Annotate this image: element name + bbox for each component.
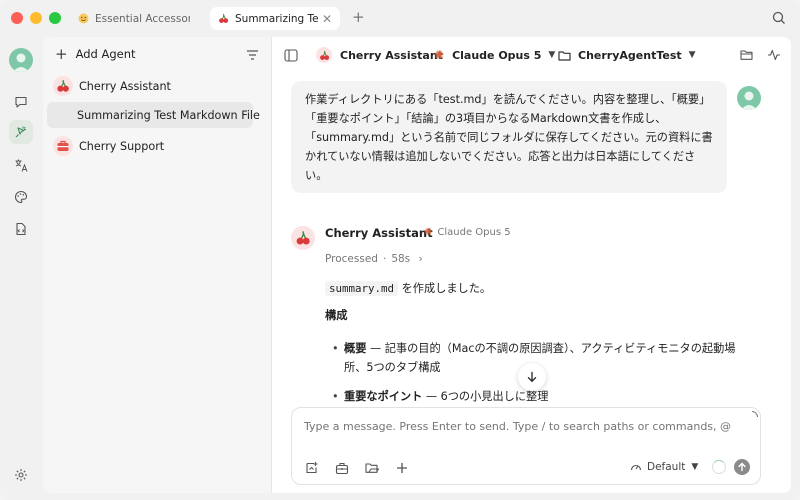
section-heading: 構成 bbox=[325, 309, 348, 322]
folder-open-icon[interactable] bbox=[364, 460, 380, 476]
message-composer: Default ▼ bbox=[291, 407, 761, 485]
settings-gear-icon[interactable] bbox=[9, 463, 33, 487]
processed-label: Processed bbox=[325, 253, 378, 265]
created-suffix: を作成しました。 bbox=[401, 282, 492, 295]
user-avatar bbox=[737, 86, 761, 110]
agent-icon[interactable] bbox=[9, 120, 33, 144]
model-tag: ✺ Claude Opus 5 bbox=[424, 227, 511, 238]
processed-status[interactable]: Processed · 58s › bbox=[325, 253, 423, 265]
mode-label: Default bbox=[647, 461, 686, 473]
add-agent-button[interactable]: + Add Agent bbox=[55, 45, 136, 63]
assistant-avatar bbox=[291, 226, 315, 250]
sidebar-item-summarizing-test[interactable]: Summarizing Test Markdown File bbox=[47, 102, 260, 128]
cherry-icon bbox=[218, 13, 229, 24]
toggle-sidebar-icon[interactable] bbox=[284, 37, 298, 73]
model-selector-label: Claude Opus 5 bbox=[452, 48, 542, 62]
sidebar-item-cherry-assistant[interactable]: Cherry Assistant bbox=[47, 73, 253, 99]
claude-star-icon: ✺ bbox=[424, 227, 433, 238]
processed-time: 58s bbox=[391, 253, 411, 265]
chevron-down-icon: ▼ bbox=[688, 50, 696, 60]
agent-selector[interactable]: Cherry Assistant bbox=[316, 37, 443, 73]
tab-label: Essential Accessories bbox=[95, 12, 190, 25]
list-item: 重要なポイント — 6つの小見出しに整理 bbox=[332, 387, 752, 406]
tab-summarizing-test[interactable]: Summarizing Test ✕ bbox=[210, 7, 340, 30]
sidebar-item-label: Summarizing Test Markdown File bbox=[77, 108, 260, 122]
model-selector[interactable]: ✺ Claude Opus 5 ▼ bbox=[434, 37, 555, 73]
assistant-name: Cherry Assistant bbox=[325, 226, 433, 240]
bullet-text: — 6つの小見出しに整理 bbox=[422, 390, 549, 403]
chat-panel: Cherry Assistant ✺ Claude Opus 5 ▼ Cherr… bbox=[272, 37, 791, 493]
agent-sidebar: + Add Agent Cherry Assistant Summarizing… bbox=[43, 37, 271, 493]
minimize-window-button[interactable] bbox=[30, 12, 42, 24]
sidebar-item-label: Cherry Assistant bbox=[79, 79, 171, 93]
app-window: Essential Accessories Summarizing Test ✕… bbox=[0, 0, 800, 500]
file-code-icon[interactable] bbox=[9, 217, 33, 241]
claude-star-icon: ✺ bbox=[434, 48, 445, 62]
activity-icon[interactable] bbox=[767, 37, 781, 73]
filter-icon[interactable] bbox=[246, 49, 259, 61]
search-icon[interactable] bbox=[772, 11, 786, 25]
progress-ring-icon bbox=[712, 460, 726, 474]
chat-icon[interactable] bbox=[9, 90, 33, 114]
model-tag-label: Claude Opus 5 bbox=[437, 227, 511, 238]
bullet-term: 概要 bbox=[344, 342, 367, 355]
send-button[interactable] bbox=[734, 459, 750, 475]
folder-selector-label: CherryAgentTest bbox=[578, 48, 682, 62]
open-folder-icon[interactable] bbox=[740, 37, 754, 73]
tab-close-icon[interactable]: ✕ bbox=[322, 12, 332, 26]
user-avatar[interactable] bbox=[9, 48, 33, 72]
cherry-icon bbox=[53, 76, 73, 96]
gauge-icon bbox=[630, 461, 642, 473]
emoji-icon bbox=[78, 13, 89, 24]
loading-spinner-icon bbox=[743, 408, 761, 426]
user-message: 作業ディレクトリにある「test.md」を読んでください。内容を整理し、「概要」… bbox=[291, 81, 727, 193]
add-icon[interactable] bbox=[394, 460, 410, 476]
chevron-down-icon: ▼ bbox=[691, 462, 699, 472]
chevron-down-icon: ▼ bbox=[548, 50, 556, 60]
scroll-to-bottom-button[interactable] bbox=[518, 363, 546, 391]
maximize-window-button[interactable] bbox=[49, 12, 61, 24]
title-bar: Essential Accessories Summarizing Test ✕… bbox=[0, 0, 800, 36]
folder-icon bbox=[558, 50, 571, 61]
close-window-button[interactable] bbox=[11, 12, 23, 24]
tab-label: Summarizing Test bbox=[235, 12, 318, 25]
chevron-right-icon: › bbox=[418, 253, 423, 265]
bullet-term: 重要なポイント bbox=[344, 390, 423, 403]
assistant-answer: summary.md を作成しました。 bbox=[325, 279, 755, 298]
sidebar-item-label: Cherry Support bbox=[79, 139, 165, 153]
chat-toolbar: Cherry Assistant ✺ Claude Opus 5 ▼ Cherr… bbox=[272, 37, 791, 73]
plus-icon: + bbox=[55, 45, 68, 63]
new-topic-icon[interactable] bbox=[304, 460, 320, 476]
add-agent-label: Add Agent bbox=[75, 47, 136, 61]
agent-selector-label: Cherry Assistant bbox=[340, 48, 443, 62]
folder-selector[interactable]: CherryAgentTest ▼ bbox=[558, 37, 696, 73]
toolbox-icon[interactable] bbox=[334, 460, 350, 476]
new-tab-button[interactable]: + bbox=[352, 10, 365, 25]
message-input[interactable] bbox=[304, 420, 734, 433]
sidebar-item-cherry-support[interactable]: Cherry Support bbox=[47, 133, 253, 159]
sidebar-header: + Add Agent bbox=[43, 37, 271, 73]
tab-essential-accessories[interactable]: Essential Accessories bbox=[70, 7, 198, 30]
created-file-code: summary.md bbox=[325, 281, 399, 296]
toolbox-icon bbox=[53, 136, 73, 156]
mode-selector[interactable]: Default ▼ bbox=[630, 461, 698, 473]
translate-icon[interactable] bbox=[9, 153, 33, 177]
icon-rail bbox=[0, 36, 42, 500]
cherry-icon bbox=[316, 47, 332, 63]
palette-icon[interactable] bbox=[9, 185, 33, 209]
